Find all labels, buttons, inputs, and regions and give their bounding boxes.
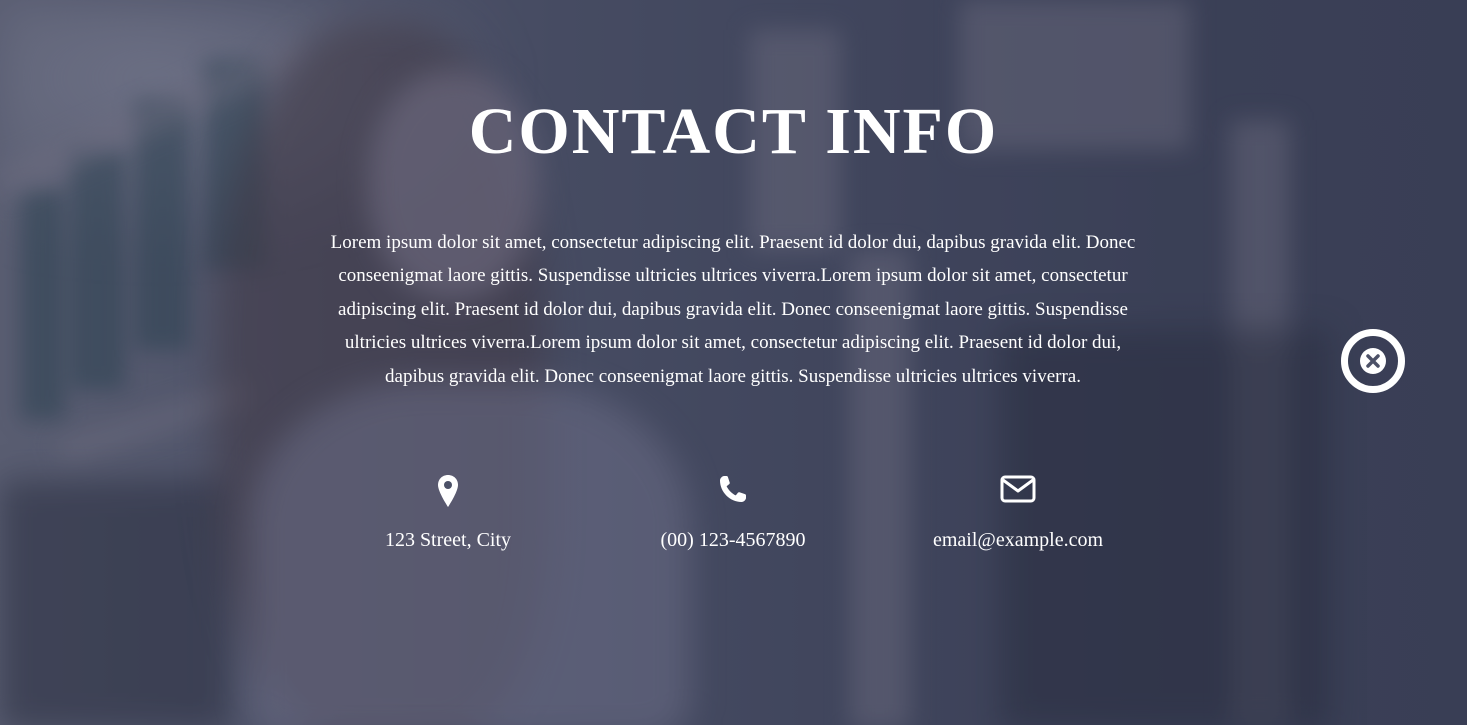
contact-content: CONTACT INFO Lorem ipsum dolor sit amet,… [0, 0, 1467, 725]
description-text: Lorem ipsum dolor sit amet, consectetur … [330, 232, 1136, 387]
email-text[interactable]: email@example.com [888, 528, 1148, 552]
close-button[interactable] [1340, 328, 1406, 394]
contact-email: email@example.com [888, 474, 1148, 552]
contact-phone: (00) 123-4567890 [603, 474, 863, 552]
phone-number-text: (00) 123-4567890 [660, 529, 806, 551]
envelope-icon [888, 474, 1148, 510]
page-title: CONTACT INFO [468, 95, 999, 168]
close-circle-icon [1341, 329, 1405, 393]
phone-icon [603, 474, 863, 510]
contact-address: 123 Street, City [318, 474, 578, 552]
contact-modal: CONTACT INFO Lorem ipsum dolor sit amet,… [0, 0, 1467, 725]
address-text: 123 Street, City [384, 529, 512, 551]
map-marker-icon [318, 474, 578, 510]
